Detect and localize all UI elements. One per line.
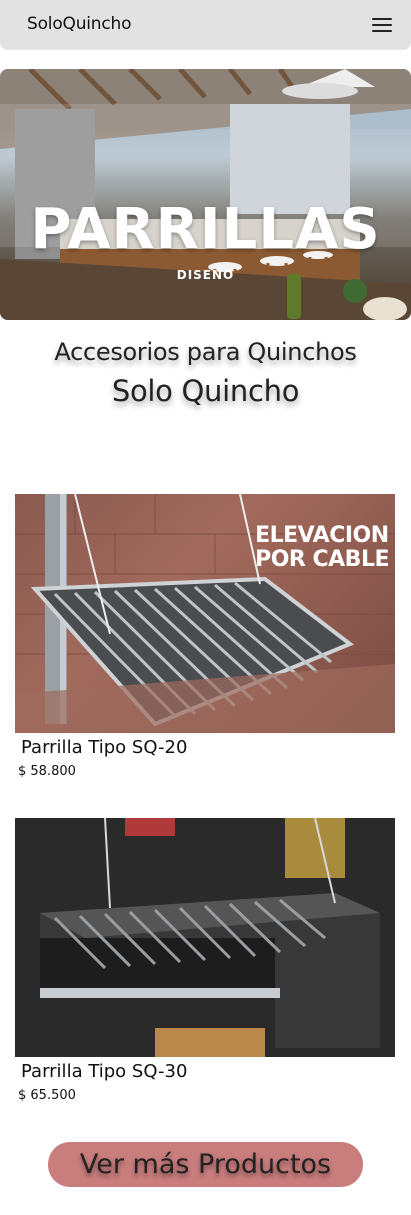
image-overlay-text: ELEVACION POR CABLE (255, 524, 389, 572)
hero-title: PARRILLAS (30, 197, 381, 262)
brand-logo[interactable]: SoloQuincho (27, 14, 131, 34)
product-image-sq30[interactable] (15, 818, 395, 1057)
product-image-sq20[interactable]: ELEVACION POR CABLE (15, 494, 395, 733)
navbar: SoloQuincho (0, 0, 411, 50)
hamburger-menu-icon[interactable] (372, 15, 392, 33)
section-heading: Accesorios para Quinchos (54, 338, 357, 366)
overlay-line1: ELEVACION (255, 523, 389, 548)
overlay-line2: POR CABLE (255, 547, 389, 572)
product-name[interactable]: Parrilla Tipo SQ-30 (21, 1061, 187, 1082)
grill-illustration (15, 818, 395, 1057)
product-price: $ 58.800 (18, 764, 76, 779)
more-products-button[interactable]: Ver más Productos (48, 1142, 363, 1187)
product-name[interactable]: Parrilla Tipo SQ-20 (21, 737, 187, 758)
hero-subtitle: DISEÑO (176, 268, 235, 282)
hero-image (0, 69, 411, 320)
section-subheading: Solo Quincho (111, 374, 300, 408)
hero-banner: PARRILLAS DISEÑO (0, 69, 411, 320)
product-price: $ 65.500 (18, 1088, 76, 1103)
